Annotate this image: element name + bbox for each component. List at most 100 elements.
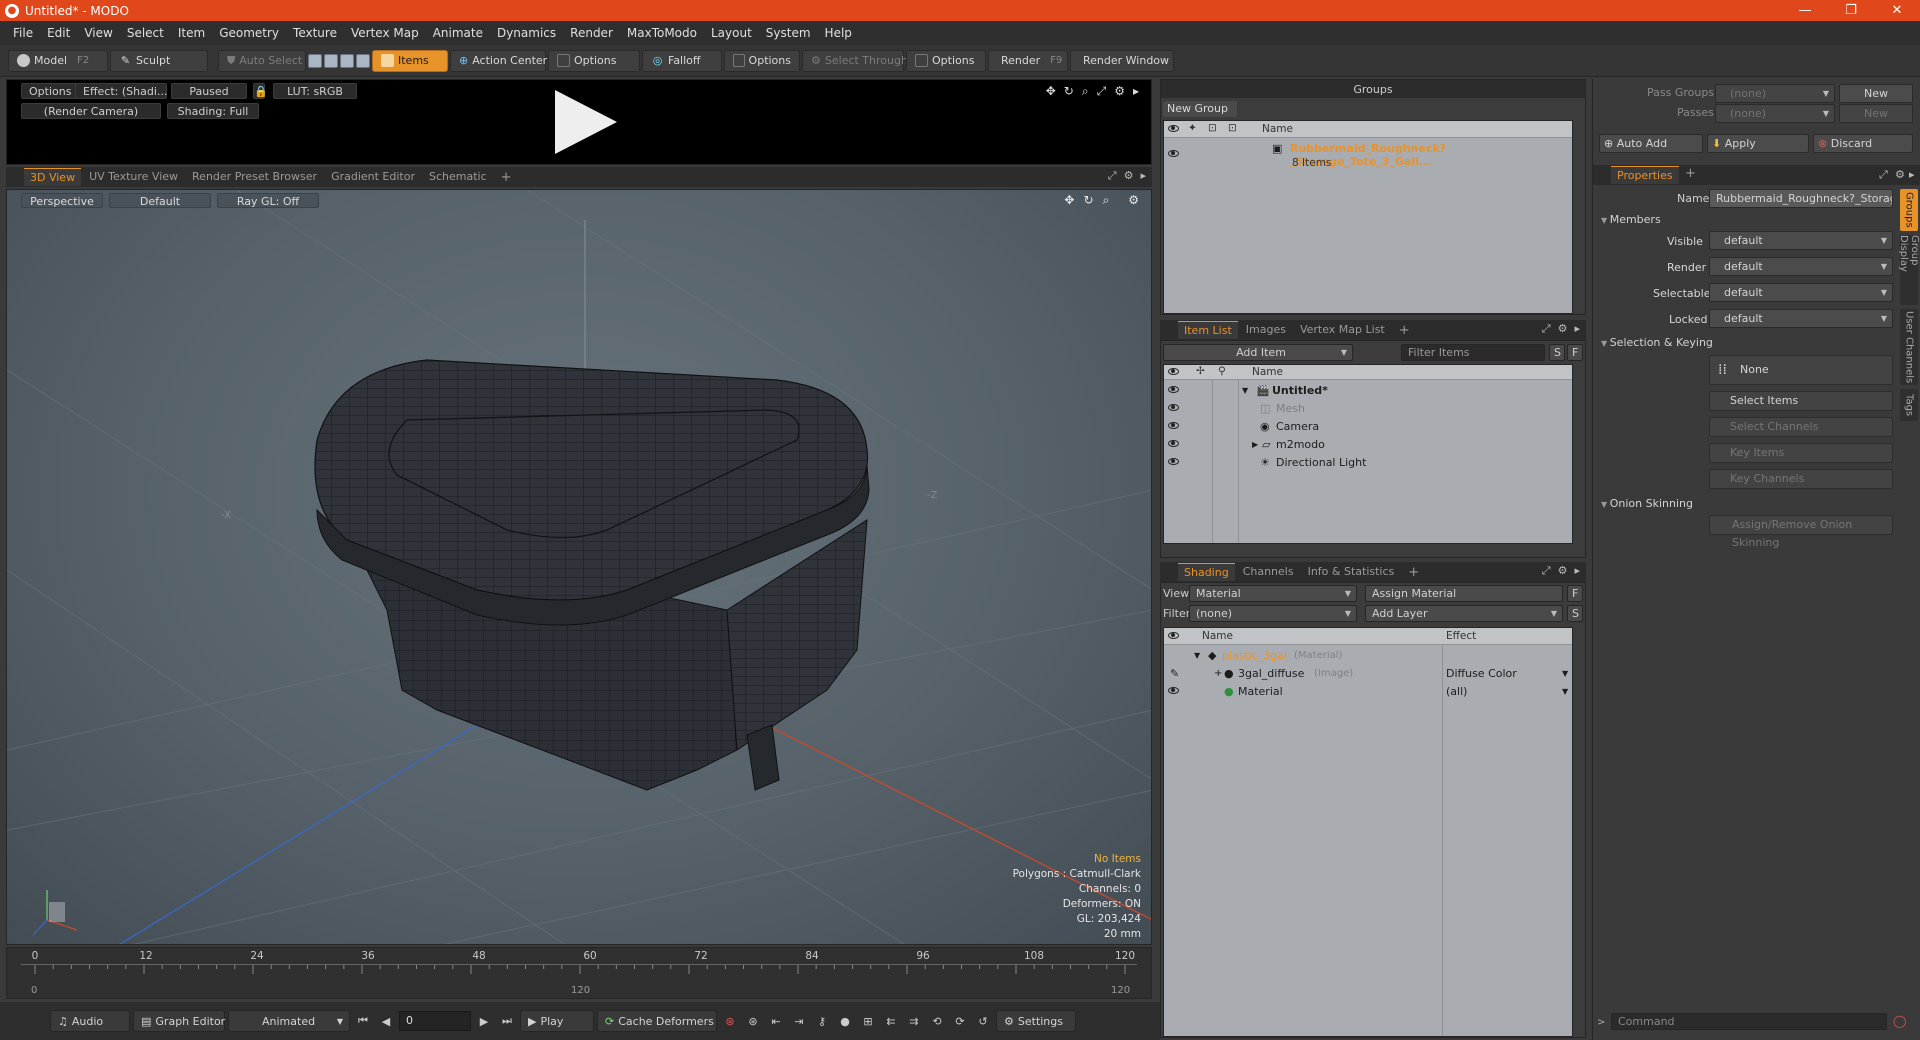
add-layer-dropdown[interactable]: Add Layer ▼ bbox=[1365, 605, 1563, 622]
last-frame-icon[interactable]: ⏭ bbox=[497, 1010, 517, 1032]
add-tab-button[interactable]: + bbox=[1679, 166, 1702, 181]
action-center-options-button[interactable]: Options bbox=[548, 49, 640, 72]
eye-icon[interactable] bbox=[1168, 687, 1179, 694]
sync-icon[interactable]: ⟳ bbox=[950, 1010, 970, 1032]
new-pass-button[interactable]: New bbox=[1839, 104, 1913, 123]
storage-tote-mesh[interactable] bbox=[314, 359, 870, 791]
move-icon[interactable]: ✥ bbox=[1046, 84, 1056, 99]
menu-help[interactable]: Help bbox=[818, 21, 859, 45]
gear-icon[interactable]: ⚙ bbox=[1114, 84, 1125, 99]
menu-view[interactable]: View bbox=[77, 21, 119, 45]
menu-edit[interactable]: Edit bbox=[40, 21, 77, 45]
members-section[interactable]: Members bbox=[1601, 213, 1661, 226]
command-history-icon[interactable]: ◯ bbox=[1893, 1014, 1906, 1028]
key-channels-button[interactable]: Key Channels bbox=[1709, 469, 1893, 489]
menu-file[interactable]: File bbox=[6, 21, 40, 45]
layer-effect[interactable]: Diffuse Color bbox=[1446, 667, 1517, 680]
menu-texture[interactable]: Texture bbox=[286, 21, 344, 45]
view-dropdown[interactable]: Material ▼ bbox=[1189, 585, 1357, 602]
layer-effect[interactable]: (all) bbox=[1446, 685, 1467, 698]
preview-effect-dropdown[interactable]: Effect: (Shadi... bbox=[75, 83, 167, 99]
chevron-down-icon[interactable]: ▼ bbox=[1242, 386, 1248, 395]
list-item[interactable]: ▼ 🎬 Untitled* bbox=[1164, 381, 1572, 399]
zoom-icon[interactable]: ⌕ bbox=[1082, 84, 1089, 99]
gear-icon[interactable]: ⚙ bbox=[1124, 169, 1134, 183]
chevron-right-icon[interactable]: ▶ bbox=[1252, 440, 1258, 449]
render-button[interactable]: Render F9 bbox=[988, 49, 1068, 72]
expand-arrow-icon[interactable]: ▸ bbox=[1909, 168, 1915, 181]
new-group-button[interactable]: New Group bbox=[1163, 101, 1237, 117]
gear-icon[interactable]: ⚙ bbox=[1128, 193, 1139, 208]
items-mode-button[interactable]: Items bbox=[372, 49, 448, 72]
settings-button[interactable]: ⚙ Settings bbox=[996, 1010, 1076, 1032]
render-camera-dropdown[interactable]: (Render Camera) bbox=[21, 103, 161, 119]
s-button[interactable]: S bbox=[1567, 605, 1583, 622]
chevron-down-icon[interactable]: ▼ bbox=[1194, 651, 1200, 660]
tab-vertex-map-list[interactable]: Vertex Map List bbox=[1294, 321, 1391, 339]
lut-dropdown[interactable]: LUT: sRGB bbox=[273, 83, 357, 99]
first-frame-icon[interactable]: ⏮ bbox=[353, 1010, 373, 1032]
render-window-button[interactable]: Render Window bbox=[1070, 49, 1174, 72]
sculpt-button[interactable]: ✎ Sculpt bbox=[110, 49, 208, 72]
filter-items-input[interactable]: Filter Items bbox=[1401, 344, 1545, 361]
vtab-user-channels[interactable]: User Channels bbox=[1900, 309, 1918, 385]
graph-editor-button[interactable]: ▤ Graph Editor bbox=[133, 1010, 225, 1032]
edges-mode-icon[interactable] bbox=[324, 53, 338, 68]
default-style-dropdown[interactable]: Default bbox=[109, 193, 211, 208]
chevron-down-icon[interactable]: ▼ bbox=[1562, 687, 1568, 696]
new-pass-group-button[interactable]: New bbox=[1839, 84, 1913, 103]
prev-key-icon[interactable]: ⇤ bbox=[766, 1010, 786, 1032]
rotate-icon[interactable]: ↻ bbox=[1064, 84, 1074, 99]
locked-dropdown[interactable]: default ▼ bbox=[1709, 309, 1893, 328]
key-icon[interactable]: ⚷ bbox=[812, 1010, 832, 1032]
item-list[interactable]: ✢ ⚲ Name ▼ 🎬 Untitled* ◫ Mesh ◉ Camera ▶… bbox=[1163, 364, 1573, 544]
list-item[interactable]: ◉ Camera bbox=[1164, 417, 1572, 435]
model-button[interactable]: Model F2 bbox=[8, 49, 108, 72]
action-center-button[interactable]: ⊕ Action Center bbox=[450, 49, 547, 72]
visible-dropdown[interactable]: default ▼ bbox=[1709, 231, 1893, 250]
selectable-dropdown[interactable]: default ▼ bbox=[1709, 283, 1893, 302]
list-item[interactable]: ▶ ▱ m2modo bbox=[1164, 435, 1572, 453]
add-tab-button[interactable]: + bbox=[495, 170, 518, 185]
filter-dropdown[interactable]: (none) ▼ bbox=[1189, 605, 1357, 622]
shader-tree[interactable]: Name Effect ▼ ◆ plastic_3gal (Material) … bbox=[1163, 627, 1573, 1037]
auto-add-button[interactable]: ⊕ Auto Add bbox=[1599, 134, 1703, 153]
groups-list[interactable]: ✦ ⊡ ⊡ Name Rubbermaid_Roughneck?_Storage… bbox=[1163, 120, 1573, 314]
eye-icon[interactable] bbox=[1168, 386, 1179, 393]
tab-images[interactable]: Images bbox=[1240, 321, 1292, 339]
play-icon[interactable] bbox=[555, 90, 617, 154]
assign-remove-onion-button[interactable]: Assign/Remove Onion Skinning bbox=[1709, 515, 1893, 549]
menu-system[interactable]: System bbox=[759, 21, 818, 45]
key-options-icon[interactable]: ⊞ bbox=[858, 1010, 878, 1032]
record-key-icon[interactable]: ⊛ bbox=[720, 1010, 740, 1032]
eye-icon[interactable] bbox=[1168, 458, 1179, 465]
key-items-button[interactable]: Key Items bbox=[1709, 443, 1893, 463]
discard-button[interactable]: ⊗ Discard bbox=[1813, 134, 1913, 153]
render-dropdown[interactable]: default ▼ bbox=[1709, 257, 1893, 276]
eye-icon[interactable] bbox=[1168, 440, 1179, 447]
minimize-button[interactable]: — bbox=[1782, 0, 1828, 21]
menu-item[interactable]: Item bbox=[171, 21, 212, 45]
rotate-icon[interactable]: ↻ bbox=[1083, 193, 1093, 208]
vertices-mode-icon[interactable] bbox=[308, 53, 322, 68]
next-key-icon[interactable]: ⇥ bbox=[789, 1010, 809, 1032]
maximize-panel-icon[interactable]: ⤢ bbox=[1542, 564, 1551, 578]
materials-mode-icon[interactable] bbox=[356, 53, 370, 68]
filter-button[interactable]: F bbox=[1567, 344, 1583, 361]
assign-material-button[interactable]: Assign Material bbox=[1365, 585, 1563, 602]
maximize-button[interactable]: ❐ bbox=[1828, 0, 1874, 21]
3d-viewport[interactable]: -X -Z Perspective Default Ray GL: Off ✥ … bbox=[6, 189, 1152, 945]
current-frame-field[interactable]: 0 bbox=[399, 1011, 471, 1031]
previous-frame-icon[interactable]: ◀ bbox=[376, 1010, 396, 1032]
fit-icon[interactable]: ⤢ bbox=[1097, 84, 1107, 99]
move-icon[interactable]: ✥ bbox=[1064, 193, 1074, 208]
tab-properties[interactable]: Properties bbox=[1611, 166, 1679, 184]
audio-button[interactable]: ♫ Audio bbox=[50, 1010, 130, 1032]
onion-skinning-section[interactable]: Onion Skinning bbox=[1601, 497, 1693, 510]
menu-render[interactable]: Render bbox=[563, 21, 620, 45]
brush-icon[interactable]: ✎ bbox=[1170, 667, 1179, 680]
expand-arrow-icon[interactable]: ▸ bbox=[1574, 564, 1580, 578]
timeline-ruler[interactable] bbox=[21, 964, 1137, 982]
perspective-dropdown[interactable]: Perspective bbox=[21, 193, 103, 208]
tab-gradient-editor[interactable]: Gradient Editor bbox=[325, 168, 421, 186]
